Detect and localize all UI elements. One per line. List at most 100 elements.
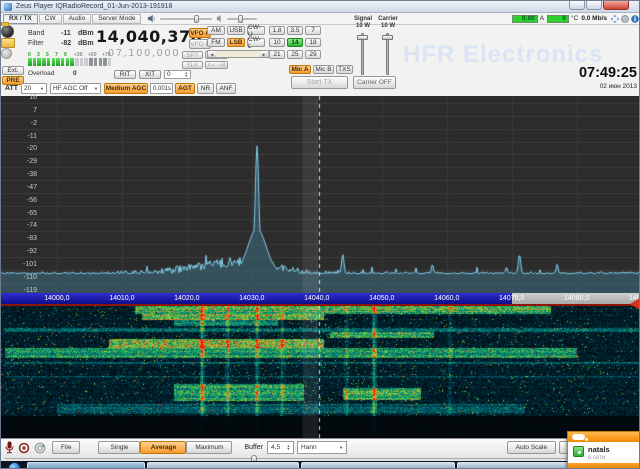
band-button-10[interactable]: 10 [269,38,285,47]
auto-scale-button[interactable]: Auto Scale [507,441,556,454]
popup-header[interactable] [568,432,640,442]
main-frequency-display[interactable]: 14,040,370 [96,27,192,46]
mic-b-button[interactable]: Mic B [313,65,334,74]
messenger-logo-icon [572,434,585,440]
mode-button-cw-u[interactable]: CW-U [247,26,265,35]
att-select[interactable]: 20▼ [21,83,47,94]
maximize-button[interactable] [586,1,602,10]
spectrum-toolbar: File Single Average Maximum Buffer 4,5 ▲… [1,438,640,461]
monitor-icon[interactable] [18,442,30,454]
connection-status-icon [621,15,629,23]
nr-button[interactable]: NR [197,83,214,94]
zoom-slider[interactable] [5,458,637,459]
agc-mode-select[interactable]: HF AGC Off▼ [50,83,101,94]
resize-arrows-icon[interactable] [611,15,619,23]
agt-button[interactable]: AGT [175,83,195,94]
waterfall-canvas[interactable] [1,306,640,438]
smeter-segment [42,58,46,66]
sub-frequency-display[interactable]: 07,100,000 [99,48,189,59]
settings-icon[interactable] [34,442,46,454]
a-swap-b-button[interactable]: A<->B [205,61,228,69]
mic-level-slider-thumb[interactable] [238,15,243,23]
control-panel: Ext. PRE Band -11 dBm Filter -82 dBm 035… [1,25,640,96]
maximum-button[interactable]: Maximum [186,441,232,454]
info-icon[interactable] [631,15,639,23]
rit-button[interactable]: RIT [114,70,136,79]
band-button-18[interactable]: 18 [305,38,321,47]
txs-button[interactable]: TXS [336,65,353,74]
agc-time-field[interactable]: 0.001s [150,83,173,94]
freq-tick-label: 14050,0 [362,295,402,302]
buffer-stepper[interactable]: 4,5 ▲▼ [267,441,294,454]
open-recording-icon[interactable] [1,38,15,48]
mic-level-slider[interactable] [227,18,257,20]
filter-unit: dBm [78,40,94,47]
spectrum-canvas[interactable] [1,96,640,293]
mode-button-cw-l[interactable]: CW-L [247,38,265,47]
ext-button[interactable]: Ext. [2,66,24,75]
anf-button[interactable]: ANF [216,83,236,94]
start-button[interactable] [8,462,21,469]
xit-button[interactable]: XIT [139,70,161,79]
record-button[interactable] [1,48,12,59]
scroll-track[interactable] [216,51,260,57]
tab-server-mode[interactable]: Server Mode [92,14,141,24]
volume-slider-thumb[interactable] [194,15,199,23]
signal-power-slider-thumb[interactable] [357,35,368,40]
tab-cw[interactable]: CW [39,14,62,24]
mode-button-lsb[interactable]: LSB [227,38,245,47]
band-button-29[interactable]: 29 [305,50,321,59]
carrier-off-button[interactable]: Carrier OFF [353,76,396,89]
frequency-scale[interactable]: 14000,014010,014020,014030,014040,014050… [1,293,640,304]
start-tx-button[interactable]: Start TX [291,76,348,89]
band-button-7[interactable]: 7 [305,26,321,35]
taskbar-item[interactable] [301,462,455,469]
band-button-14[interactable]: 14 [287,38,303,47]
band-button-25[interactable]: 25 [287,50,303,59]
taskbar-item[interactable] [27,462,145,469]
taskbar-item[interactable] [147,462,299,469]
mode-button-am[interactable]: AM [207,26,225,35]
minimize-button[interactable] [569,1,585,10]
agc-preset-button[interactable]: Medium AGC [104,83,148,94]
band-value: -11 [61,30,71,37]
spinner-arrows-icon[interactable]: ▲▼ [185,72,188,78]
freq-tick-label: 14010,0 [102,295,142,302]
carrier-power-slider-thumb[interactable] [382,35,393,40]
band-button-21[interactable]: 21 [269,50,285,59]
spt-button[interactable]: SPT [182,51,203,59]
mic-a-button[interactable]: Mic A [289,65,311,74]
power-knob-icon[interactable] [1,25,14,38]
average-button[interactable]: Average [140,441,186,454]
smeter-segment [66,58,70,66]
messenger-popup[interactable]: natals в сети [567,431,640,468]
freq-tick-label: 14020,0 [167,295,207,302]
slk-button[interactable]: SLK [182,61,203,69]
filter-value: -82 [61,40,71,47]
scroll-right-icon[interactable]: ► [260,51,268,57]
mode-button-usb[interactable]: USB [227,26,245,35]
mode-button-fm[interactable]: FM [207,38,225,47]
tab-audio[interactable]: Audio [63,14,92,24]
rit-offset-stepper[interactable]: 0 ▲▼ [164,70,191,79]
freq-tick-label: 14030,0 [232,295,272,302]
spinner-arrows-icon[interactable]: ▲▼ [287,445,290,451]
att-label: ATT [5,85,18,92]
band-button-1-8[interactable]: 1.8 [269,26,285,35]
speaker-icon [147,14,156,23]
single-button[interactable]: Single [98,441,140,454]
window-function-select[interactable]: Hann▼ [297,441,347,454]
contact-presence: в сети [588,455,605,461]
carrier-power-value: 10 W [375,23,401,29]
titlebar[interactable]: Zeus Player IQRadioRecord_01-Jun-2013-19… [1,1,640,13]
smeter-segment [61,58,65,66]
scroll-left-icon[interactable]: ◄ [208,51,216,57]
freq-axis: 14000,014010,014020,014030,014040,014050… [1,293,640,304]
band-button-3-5[interactable]: 3.5 [287,26,303,35]
mic-icon[interactable] [5,441,14,454]
volume-slider[interactable] [160,18,212,20]
dropdown-arrow-icon: ▼ [94,86,98,91]
close-button[interactable] [603,1,629,10]
popup-body[interactable]: natals в сети [568,442,640,463]
file-button[interactable]: File [52,441,80,454]
